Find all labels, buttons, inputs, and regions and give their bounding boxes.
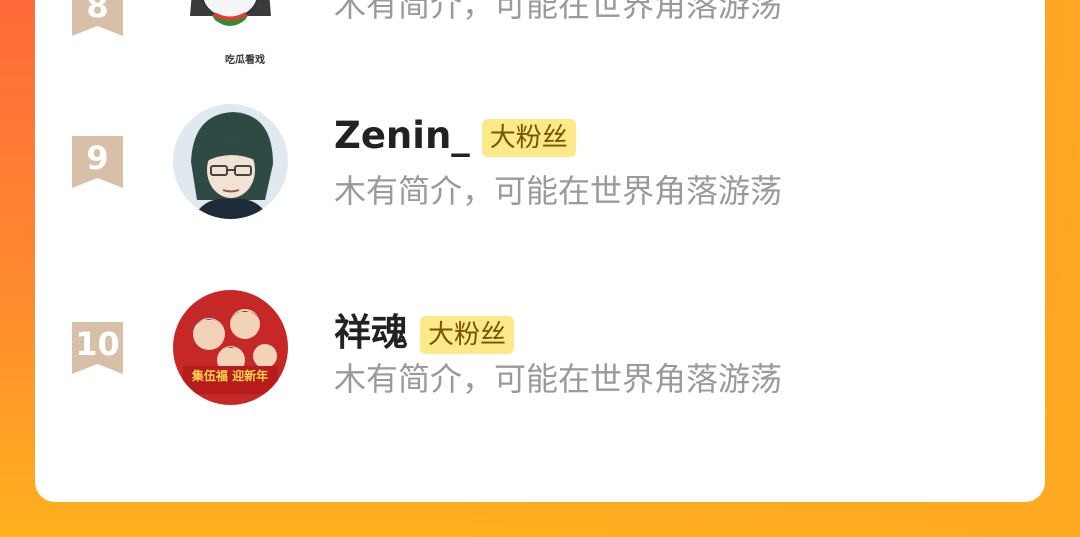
username-text: 祥魂	[334, 311, 408, 354]
username[interactable]: Zenin_ 大粉丝	[334, 114, 576, 157]
ranking-card: 8 吃瓜看戏 木有简介，可能在世界角落游荡 9 Zenin_ 大粉丝 木有简介，…	[35, 0, 1045, 502]
fan-level-badge: 大粉丝	[420, 315, 515, 354]
ranking-row[interactable]: 9 Zenin_ 大粉丝 木有简介，可能在世界角落游荡	[35, 104, 1045, 262]
username[interactable]: 祥魂 大粉丝	[334, 302, 515, 356]
rank-badge: 8	[72, 0, 123, 36]
bio-text: 木有简介，可能在世界角落游荡	[334, 0, 783, 24]
ranking-row[interactable]: 8 吃瓜看戏 木有简介，可能在世界角落游荡	[35, 0, 1045, 66]
username-text: Zenin_	[334, 114, 470, 157]
avatar[interactable]: 集伍福 迎新年	[173, 290, 288, 405]
avatar-caption: 吃瓜看戏	[225, 55, 265, 66]
bio-text: 木有简介，可能在世界角落游荡	[334, 360, 783, 398]
avatar-caption: 集伍福 迎新年	[191, 368, 268, 383]
rank-badge: 9	[72, 136, 123, 188]
ranking-row[interactable]: 10 集伍福 迎新年 祥魂 大粉丝 木有简介，可能在世界角落游荡	[35, 290, 1045, 450]
rank-badge: 10	[72, 322, 123, 374]
avatar[interactable]	[173, 104, 288, 219]
fan-level-badge: 大粉丝	[481, 118, 576, 157]
bio-text: 木有简介，可能在世界角落游荡	[334, 172, 783, 210]
